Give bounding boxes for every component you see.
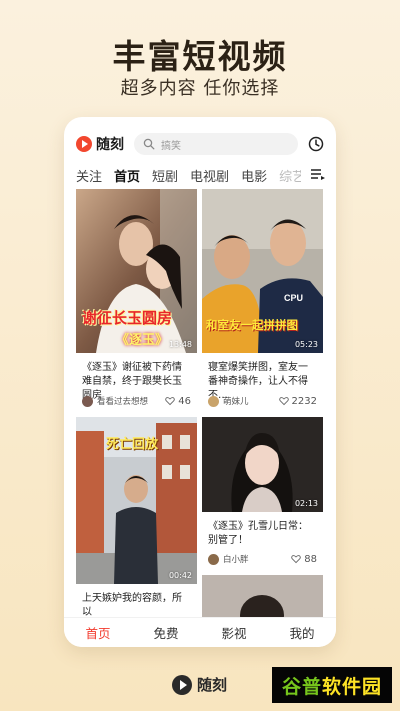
footer-brand-name: 随刻 [197, 676, 228, 694]
avatar [208, 553, 219, 565]
author-name: 萌妹儿 [223, 397, 249, 407]
tab-follow[interactable]: 关注 [76, 166, 102, 185]
heart-icon[interactable] [165, 396, 176, 406]
heart-icon[interactable] [291, 554, 302, 564]
nav-free[interactable]: 免费 [153, 623, 178, 642]
app-name: 随刻 [96, 137, 124, 153]
video-overlay-title: 死亡回放 [106, 437, 159, 452]
watermark: 谷普 软件园 [272, 667, 392, 703]
avatar [208, 395, 219, 407]
nav-home[interactable]: 首页 [85, 623, 110, 642]
nav-movies-tv[interactable]: 影视 [221, 623, 246, 642]
like-count: 88 [304, 553, 317, 565]
nav-me[interactable]: 我的 [289, 623, 314, 642]
video-overlay-title: 谢征长玉圆房 [82, 309, 173, 327]
heart-icon[interactable] [278, 396, 289, 406]
author-name: 白小胖 [223, 555, 249, 565]
tab-tv-series[interactable]: 电视剧 [190, 166, 229, 185]
play-logo-icon [172, 674, 192, 695]
phone-screen: 随刻 搞笑 关注 首页 短剧 电视剧 电影 综艺 谢征长玉圆房 《逐玉》 13:… [64, 117, 336, 647]
svg-text:CPU: CPU [284, 293, 303, 303]
video-duration: 05:23 [294, 340, 318, 349]
video-duration: 02:13 [294, 499, 318, 508]
clock-icon[interactable] [308, 136, 324, 152]
menu-list-icon[interactable] [310, 167, 326, 181]
video-meta: 看看过去想想 46 [82, 394, 191, 408]
video-card[interactable]: 谢征长玉圆房 《逐玉》 13:48 《逐玉》谢征被下药情难自禁，终于跟樊长玉圆房… [76, 189, 197, 414]
tab-short-drama[interactable]: 短剧 [152, 166, 178, 185]
video-overlay-title: 和室友一起拼拼图 [206, 318, 298, 332]
video-thumbnail [202, 575, 323, 617]
video-thumbnail: CPU 和室友一起拼拼图 05:23 [202, 189, 323, 353]
promo-headline: 丰富短视频 [112, 37, 288, 76]
top-bar: 随刻 搞笑 [76, 131, 324, 157]
tab-home[interactable]: 首页 [114, 166, 140, 185]
video-title: 《逐玉》孔雪儿日常：别管了！ [208, 521, 308, 546]
video-meta: 萌妹儿 2232 [208, 394, 317, 408]
tab-variety[interactable]: 综艺 [279, 166, 301, 185]
author-name: 看看过去想想 [97, 397, 149, 407]
like-count: 46 [178, 395, 191, 407]
search-icon [143, 138, 155, 150]
video-thumbnail: 死亡回放 00:42 [76, 417, 197, 584]
video-card[interactable]: 死亡回放 00:42 上天嫉妒我的容颜，所以 [76, 417, 197, 617]
video-title: 上天嫉妒我的容颜，所以 [82, 593, 182, 617]
video-card[interactable]: 02:13 《逐玉》孔雪儿日常：别管了！ 白小胖 88 [202, 417, 323, 570]
video-thumbnail: 谢征长玉圆房 《逐玉》 13:48 [76, 189, 197, 353]
play-logo-icon [76, 136, 92, 152]
footer-brand: 随刻 [172, 674, 227, 695]
watermark-part-a: 谷普 [281, 675, 322, 698]
video-thumbnail: 02:13 [202, 417, 323, 512]
video-meta: 白小胖 88 [208, 552, 317, 566]
channel-tabs: 关注 首页 短剧 电视剧 电影 综艺 [76, 165, 326, 185]
search-input[interactable]: 搞笑 [134, 133, 298, 155]
video-overlay-subtitle: 《逐玉》 [116, 333, 169, 348]
video-duration: 13:48 [168, 340, 192, 349]
search-placeholder: 搞笑 [161, 140, 181, 152]
watermark-part-b: 软件园 [322, 675, 383, 698]
avatar [82, 395, 93, 407]
video-card[interactable]: CPU 和室友一起拼拼图 05:23 寝室爆笑拼图，室友一番神奇操作，让人不得不… [202, 189, 323, 414]
video-card[interactable] [202, 575, 323, 617]
promo-subline: 超多内容 任你选择 [120, 78, 280, 99]
video-duration: 00:42 [168, 571, 192, 580]
bottom-nav: 首页 免费 影视 我的 [64, 617, 336, 647]
like-count: 2232 [291, 395, 317, 407]
tab-movie[interactable]: 电影 [241, 166, 267, 185]
